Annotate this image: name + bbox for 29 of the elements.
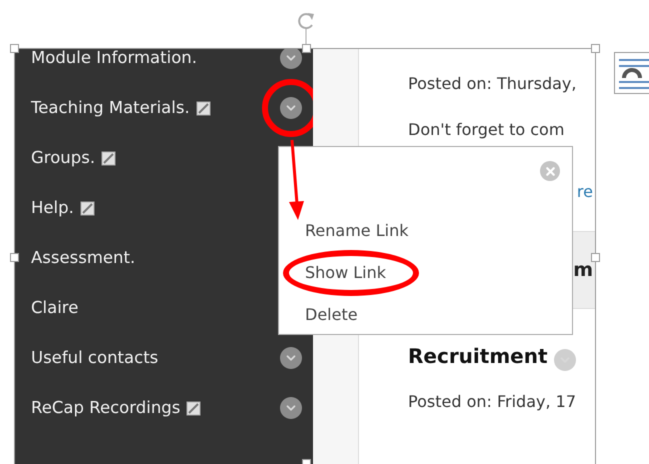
selection-handle[interactable]: [10, 44, 19, 53]
menu-link[interactable]: Assessment.: [31, 246, 136, 270]
menu-link[interactable]: Teaching Materials.: [31, 96, 190, 120]
chevron-button[interactable]: [280, 49, 302, 69]
menu-link[interactable]: Module Information.: [31, 49, 197, 70]
selection-handle[interactable]: [302, 44, 311, 53]
chevron-button[interactable]: [280, 97, 302, 119]
announcement-title: Recruitment: [408, 343, 548, 370]
menu-link[interactable]: Help.: [31, 196, 74, 220]
post-text: Don't forget to com: [408, 119, 564, 141]
chevron-button[interactable]: [280, 397, 302, 419]
posted-date: Posted on: Friday, 17: [408, 391, 576, 413]
close-icon: [544, 164, 556, 178]
menu-link[interactable]: Claire: [31, 296, 78, 320]
menu-item[interactable]: Rename Link: [305, 219, 408, 243]
menu-item[interactable]: Delete: [305, 303, 358, 327]
post-link[interactable]: re: [576, 180, 593, 204]
close-button[interactable]: [540, 161, 560, 181]
section-title: m: [573, 258, 593, 283]
chevron-button[interactable]: [280, 347, 302, 369]
selection-handle[interactable]: [591, 44, 600, 53]
posted-date: Posted on: Thursday,: [408, 73, 576, 95]
menu-link[interactable]: ReCap Recordings: [31, 396, 180, 420]
selection-handle[interactable]: [10, 253, 19, 262]
menu-link[interactable]: Useful contacts: [31, 346, 158, 370]
layout-options-icon[interactable]: [614, 52, 649, 94]
menu-link[interactable]: Groups.: [31, 146, 96, 170]
selection-handle[interactable]: [591, 253, 600, 262]
menu-item[interactable]: Show Link: [305, 261, 386, 285]
